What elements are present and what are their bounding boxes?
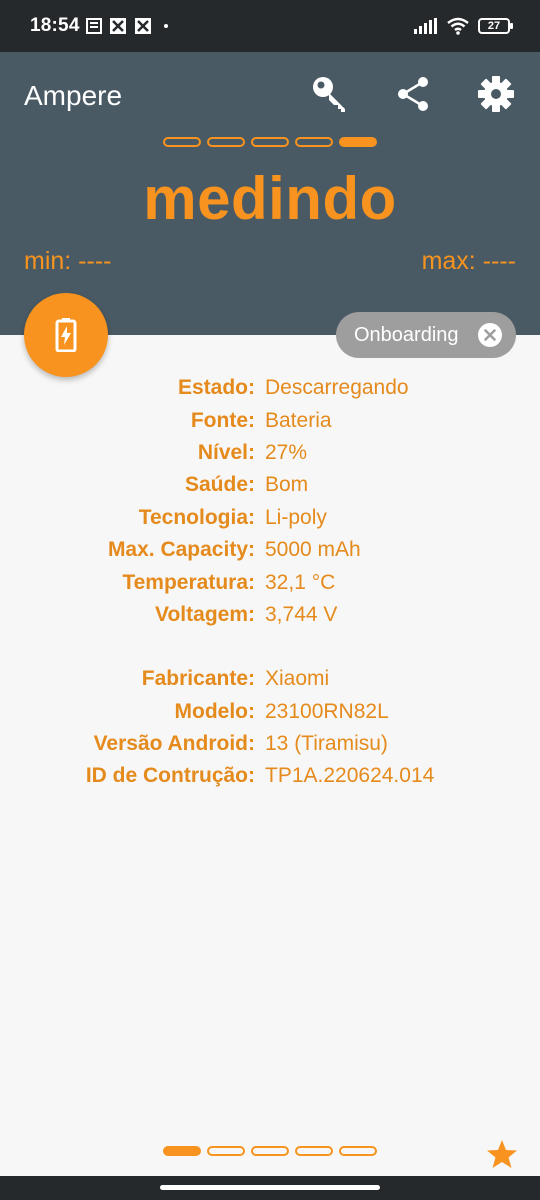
status-time: 18:54	[30, 15, 80, 36]
min-value: min: ----	[24, 247, 112, 275]
more-notifications-dot-icon	[163, 24, 168, 28]
info-label: ID de Contrução:	[85, 764, 255, 788]
info-row-fonte: Fonte: Bateria	[0, 404, 540, 436]
info-value: 3,744 V	[265, 602, 338, 626]
info-row-android: Versão Android: 13 (Tiramisu)	[0, 728, 540, 760]
status-bar: 18:54 27	[0, 0, 540, 52]
settings-gear-icon[interactable]	[476, 74, 516, 114]
info-row-fabricante: Fabricante: Xiaomi	[0, 663, 540, 695]
star-icon[interactable]	[486, 1138, 518, 1170]
info-label: Estado:	[177, 376, 255, 400]
info-label: Tecnologia:	[138, 505, 255, 529]
page-dot[interactable]	[207, 1146, 245, 1156]
info-value: Li-poly	[265, 505, 327, 529]
home-gesture-handle[interactable]	[160, 1185, 380, 1190]
signal-icon	[414, 18, 437, 34]
info-value: 32,1 °C	[265, 570, 336, 594]
min-max-readout: min: ---- max: ----	[24, 247, 516, 276]
app-title: Ampere	[24, 80, 123, 111]
onboarding-chip[interactable]: Onboarding	[336, 312, 516, 358]
system-nav-bar	[0, 1176, 540, 1200]
measurement-status: medindo	[143, 165, 397, 232]
info-label: Temperatura:	[122, 570, 255, 594]
close-icon[interactable]	[478, 323, 502, 347]
battery-fab-button[interactable]	[24, 293, 108, 377]
onboarding-chip-label: Onboarding	[354, 323, 459, 346]
info-label: Saúde:	[184, 473, 255, 497]
battery-charging-icon	[55, 318, 77, 352]
page-dot[interactable]	[295, 1146, 333, 1156]
page-dot-active[interactable]	[339, 137, 377, 147]
info-label: Voltagem:	[155, 602, 255, 626]
info-row-temperatura: Temperatura: 32,1 °C	[0, 566, 540, 598]
info-label: Modelo:	[174, 699, 255, 723]
page-dot[interactable]	[251, 1146, 289, 1156]
page-dot[interactable]	[295, 137, 333, 147]
info-value: 5000 mAh	[265, 538, 361, 562]
info-label: Nível:	[197, 440, 255, 464]
info-row-voltagem: Voltagem: 3,744 V	[0, 599, 540, 631]
battery-status-icon: 27	[478, 18, 513, 34]
page-dot[interactable]	[339, 1146, 377, 1156]
app-actions	[310, 74, 516, 114]
info-value: Descarregando	[265, 376, 409, 400]
page-dot[interactable]	[163, 137, 201, 147]
info-value: 23100RN82L	[265, 699, 389, 723]
notification-icons	[85, 17, 173, 35]
info-label: Fonte:	[190, 408, 255, 432]
share-icon[interactable]	[393, 74, 433, 114]
info-value: Bom	[265, 473, 309, 497]
app-notification-icon-2	[134, 18, 151, 34]
page-indicator-top	[0, 137, 540, 147]
info-row-build-id: ID de Contrução: TP1A.220624.014	[0, 760, 540, 792]
info-row-capacity: Max. Capacity: 5000 mAh	[0, 534, 540, 566]
page-dot[interactable]	[251, 137, 289, 147]
info-value: 27%	[265, 440, 308, 464]
info-row-modelo: Modelo: 23100RN82L	[0, 696, 540, 728]
info-value: 13 (Tiramisu)	[265, 732, 388, 756]
info-row-nivel: Nível: 27%	[0, 437, 540, 469]
app-notification-icon	[109, 18, 126, 34]
wifi-icon	[447, 17, 469, 35]
page-dot-active[interactable]	[163, 1146, 201, 1156]
page-indicator-bottom	[0, 1146, 540, 1156]
page-dot[interactable]	[207, 137, 245, 147]
system-indicators: 27	[414, 17, 513, 35]
key-icon[interactable]	[310, 74, 350, 114]
info-value: TP1A.220624.014	[265, 764, 435, 788]
info-row-tecnologia: Tecnologia: Li-poly	[0, 502, 540, 534]
info-row-estado: Estado: Descarregando	[0, 372, 540, 404]
info-label: Max. Capacity:	[107, 538, 255, 562]
battery-info-list: Estado: Descarregando Fonte: Bateria Nível…	[0, 372, 540, 793]
max-value: max: ----	[421, 247, 516, 275]
info-value: Xiaomi	[265, 667, 330, 691]
info-label: Versão Android:	[93, 732, 255, 756]
news-notification-icon	[85, 18, 102, 34]
app-header: Ampere medindo min: ---- max: ----	[0, 52, 540, 335]
info-label: Fabricante:	[141, 667, 255, 691]
info-row-saude: Saúde: Bom	[0, 469, 540, 501]
info-value: Bateria	[265, 408, 332, 432]
